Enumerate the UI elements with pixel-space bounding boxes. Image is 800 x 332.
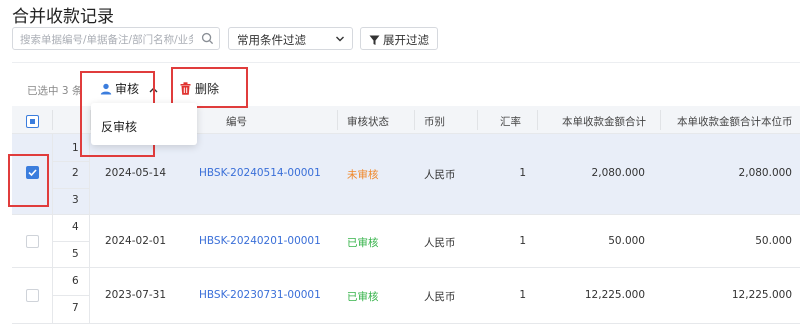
column-header-currency: 币别 [424,116,445,128]
filter-select-value: 常用条件过滤 [237,33,306,47]
row-number: 5 [72,248,79,260]
cell-currency: 人民币 [424,237,456,249]
search-box[interactable] [12,27,220,51]
cell-status: 未审核 [347,169,379,181]
cell-currency: 人民币 [424,169,456,181]
review-dropdown-menu: 反审核 [91,103,197,145]
row-number: 6 [72,275,79,287]
row-number: 7 [72,302,79,314]
cell-date: 2024-02-01 [105,235,167,247]
cell-status: 已审核 [347,237,379,249]
page-title: 合并收款记录 [12,7,114,27]
column-header-amount: 本单收款金额合计 [562,116,646,128]
column-header-status: 审核状态 [347,116,389,128]
row-number-divider [52,295,90,296]
cell-amount: 12,225.000 [584,289,645,301]
select-all-checkbox[interactable] [26,115,39,128]
cell-rate: 1 [519,289,526,301]
column-separator [52,110,53,130]
chevron-up-icon [149,87,158,93]
row-checkbox[interactable] [26,235,39,248]
column-separator [660,110,661,130]
column-separator [477,110,478,130]
cell-rate: 1 [519,167,526,179]
user-icon [100,83,112,95]
cell-rate: 1 [519,235,526,247]
filter-icon [369,35,380,45]
row-number: 1 [72,142,79,154]
row-number: 2 [72,167,79,179]
cell-status: 已审核 [347,291,379,303]
column-header-code: 编号 [226,116,247,128]
cell-code-link[interactable]: HBSK-20240201-00001 [199,235,321,247]
expand-filter-label: 展开过滤 [383,33,429,47]
cell-amount: 2,080.000 [591,167,645,179]
review-label: 审核 [115,82,140,96]
cell-date: 2024-05-14 [105,167,167,179]
cell-code-link[interactable]: HBSK-20240514-00001 [199,167,321,179]
cell-date: 2023-07-31 [105,289,167,301]
column-separator [537,110,538,130]
expand-filter-button[interactable]: 展开过滤 [360,27,438,50]
delete-button[interactable]: 删除 [180,80,219,97]
column-separator [337,110,338,130]
search-icon[interactable] [201,32,214,45]
row-number: 3 [72,194,79,206]
row-checkbox[interactable] [26,289,39,302]
selected-count: 已选中 3 条 [27,85,83,97]
column-header-rate: 汇率 [500,116,521,128]
row-number-divider [52,241,90,242]
cell-amount-base: 12,225.000 [731,289,792,301]
cell-amount-base: 2,080.000 [738,167,792,179]
cell-amount-base: 50.000 [755,235,792,247]
row-number-divider [52,188,90,189]
row-number: 4 [72,221,79,233]
cell-code-link[interactable]: HBSK-20230731-00001 [199,289,321,301]
cell-currency: 人民币 [424,291,456,303]
column-separator [414,110,415,130]
column-header-amount-base: 本单收款金额合计本位币 [677,116,793,128]
search-input[interactable] [13,29,193,51]
review-button[interactable]: 审核 [100,80,158,97]
menu-item-unreview[interactable]: 反审核 [101,118,137,135]
row-checkbox[interactable] [26,166,39,179]
filter-select[interactable]: 常用条件过滤 [228,27,353,50]
delete-label: 删除 [195,82,220,96]
chevron-down-icon [336,36,344,42]
cell-amount: 50.000 [608,235,645,247]
check-icon [28,169,37,177]
row-number-divider [52,161,90,162]
trash-icon [180,82,191,95]
